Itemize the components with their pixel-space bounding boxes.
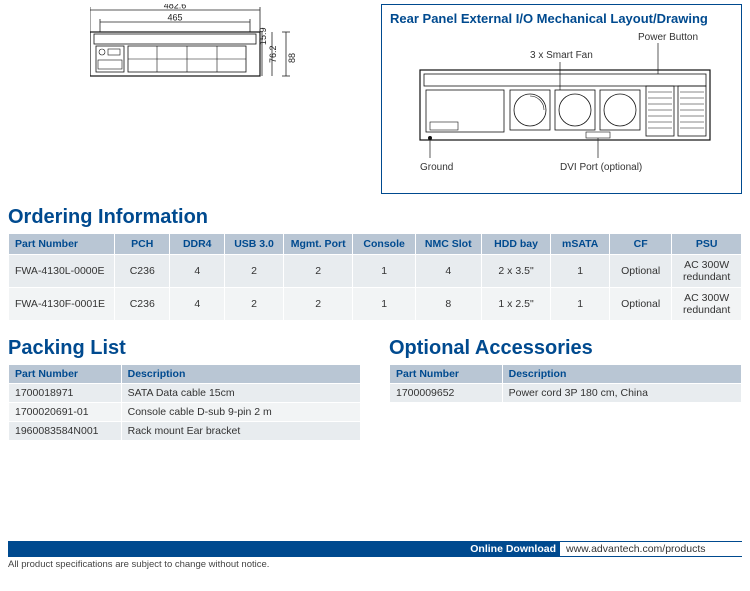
col-header: Part Number xyxy=(9,365,122,384)
col-header: NMC Slot xyxy=(415,234,481,255)
table-cell: 1 xyxy=(551,255,610,288)
table-cell: AC 300Wredundant xyxy=(672,288,742,321)
col-header: PCH xyxy=(115,234,170,255)
table-row: FWA-4130L-0000EC236422142 x 3.5"1Optiona… xyxy=(9,255,742,288)
dim-465: 465 xyxy=(167,13,182,23)
table-cell: 2 x 3.5" xyxy=(481,255,551,288)
dim-76-2: 76.2 xyxy=(268,45,278,63)
table-cell: 8 xyxy=(415,288,481,321)
footer-bar: Online Download www.advantech.com/produc… xyxy=(8,541,742,557)
table-cell: Console cable D-sub 9-pin 2 m xyxy=(121,403,360,422)
col-header: HDD bay xyxy=(481,234,551,255)
table-cell: 1 xyxy=(551,288,610,321)
table-cell: Optional xyxy=(609,288,671,321)
table-cell: 2 xyxy=(283,288,353,321)
table-cell: 1 xyxy=(353,255,415,288)
table-row: 1960083584N001Rack mount Ear bracket xyxy=(9,422,361,441)
table-cell: 1700018971 xyxy=(9,384,122,403)
table-cell: 2 xyxy=(225,288,284,321)
table-cell: 4 xyxy=(170,255,225,288)
col-header: DDR4 xyxy=(170,234,225,255)
table-cell: C236 xyxy=(115,255,170,288)
table-cell: 1700009652 xyxy=(390,384,503,403)
rear-panel-title: Rear Panel External I/O Mechanical Layou… xyxy=(390,11,733,26)
col-header: Mgmt. Port xyxy=(283,234,353,255)
dim-88: 88 xyxy=(287,53,297,63)
table-cell: FWA-4130L-0000E xyxy=(9,255,115,288)
rear-panel-drawing: Rear Panel External I/O Mechanical Layou… xyxy=(381,4,742,194)
callout-smart-fan: 3 x Smart Fan xyxy=(530,50,593,61)
col-header: Console xyxy=(353,234,415,255)
packing-heading: Packing List xyxy=(8,337,361,360)
callout-ground: Ground xyxy=(420,162,453,173)
table-row: 1700018971SATA Data cable 15cm xyxy=(9,384,361,403)
col-header: Part Number xyxy=(390,365,503,384)
footer-label: Online Download xyxy=(470,543,556,555)
accessories-table: Part NumberDescription 1700009652Power c… xyxy=(389,364,742,403)
table-cell: 1 xyxy=(353,288,415,321)
table-cell: 2 xyxy=(283,255,353,288)
col-header: USB 3.0 xyxy=(225,234,284,255)
col-header: mSATA xyxy=(551,234,610,255)
table-cell: 2 xyxy=(225,255,284,288)
table-cell: Power cord 3P 180 cm, China xyxy=(502,384,741,403)
col-header: PSU xyxy=(672,234,742,255)
col-header: CF xyxy=(609,234,671,255)
accessories-heading: Optional Accessories xyxy=(389,337,742,360)
ordering-table: Part NumberPCHDDR4USB 3.0Mgmt. PortConso… xyxy=(8,233,742,321)
front-panel-drawing: 482.6 465 15.9 76.2 xyxy=(8,4,369,194)
table-cell: 1700020691-01 xyxy=(9,403,122,422)
table-cell: AC 300Wredundant xyxy=(672,255,742,288)
table-cell: C236 xyxy=(115,288,170,321)
col-header: Description xyxy=(121,365,360,384)
table-cell: Rack mount Ear bracket xyxy=(121,422,360,441)
dim-15-9: 15.9 xyxy=(258,27,268,45)
col-header: Description xyxy=(502,365,741,384)
table-row: 1700020691-01Console cable D-sub 9-pin 2… xyxy=(9,403,361,422)
table-cell: SATA Data cable 15cm xyxy=(121,384,360,403)
col-header: Part Number xyxy=(9,234,115,255)
table-row: 1700009652Power cord 3P 180 cm, China xyxy=(390,384,742,403)
disclaimer: All product specifications are subject t… xyxy=(8,559,742,570)
table-cell: 1960083584N001 xyxy=(9,422,122,441)
table-cell: 1 x 2.5" xyxy=(481,288,551,321)
packing-table: Part NumberDescription 1700018971SATA Da… xyxy=(8,364,361,441)
callout-dvi: DVI Port (optional) xyxy=(560,162,642,173)
callout-power-button: Power Button xyxy=(638,32,698,43)
table-cell: Optional xyxy=(609,255,671,288)
dim-482: 482.6 xyxy=(164,4,187,11)
table-cell: FWA-4130F-0001E xyxy=(9,288,115,321)
table-cell: 4 xyxy=(415,255,481,288)
table-cell: 4 xyxy=(170,288,225,321)
ordering-heading: Ordering Information xyxy=(8,206,742,229)
footer-url: www.advantech.com/products xyxy=(560,542,742,556)
table-row: FWA-4130F-0001EC236422181 x 2.5"1Optiona… xyxy=(9,288,742,321)
